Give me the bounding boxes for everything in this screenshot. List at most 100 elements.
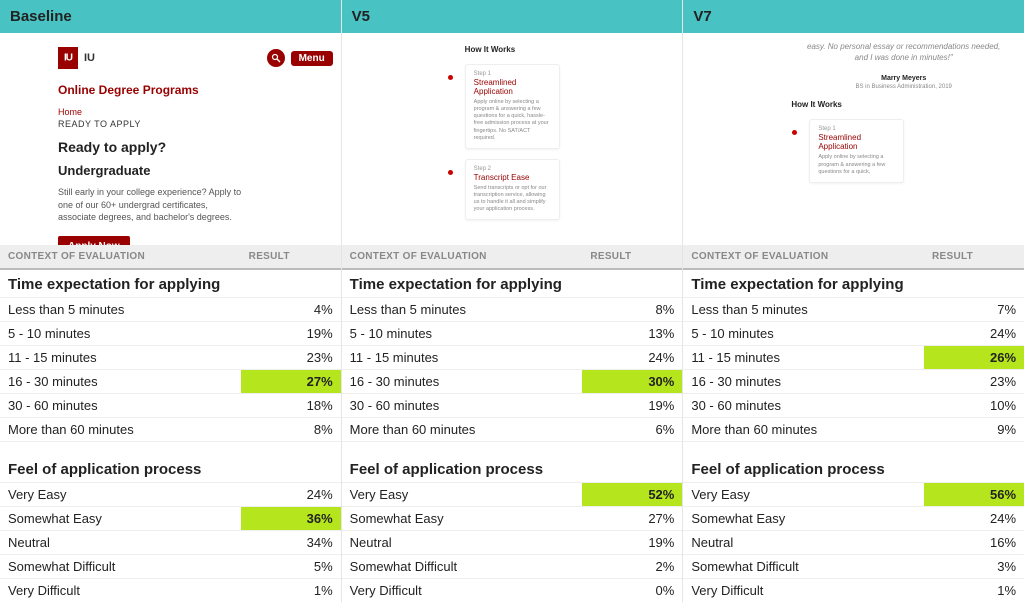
hiw-card-1: Step 1 Streamlined Application Apply onl… bbox=[465, 64, 560, 149]
table-row: More than 60 minutes6% bbox=[342, 417, 683, 441]
row-label: 5 - 10 minutes bbox=[342, 322, 583, 345]
table-row: Less than 5 minutes7% bbox=[683, 297, 1024, 321]
row-label: Very Easy bbox=[683, 483, 924, 506]
card-title: Streamlined Application bbox=[474, 78, 551, 96]
row-label: Somewhat Difficult bbox=[342, 555, 583, 578]
row-label: 16 - 30 minutes bbox=[683, 370, 924, 393]
table-row: 16 - 30 minutes27% bbox=[0, 369, 341, 393]
col-v5: V5 How It Works Step 1 Streamlined Appli… bbox=[342, 0, 684, 245]
table-row: 16 - 30 minutes30% bbox=[342, 369, 683, 393]
row-label: Very Difficult bbox=[683, 579, 924, 602]
table-row: Somewhat Easy24% bbox=[683, 506, 1024, 530]
row-label: Very Easy bbox=[0, 483, 241, 506]
table-row: Very Difficult0% bbox=[342, 578, 683, 602]
subheader-context: CONTEXT OF EVALUATION bbox=[342, 245, 583, 268]
row-value: 9% bbox=[924, 418, 1024, 441]
table-row: Less than 5 minutes8% bbox=[342, 297, 683, 321]
col-baseline: Baseline IU Menu Online Degree Programs … bbox=[0, 0, 342, 245]
table-row: Somewhat Difficult2% bbox=[342, 554, 683, 578]
row-value: 13% bbox=[582, 322, 682, 345]
menu-button[interactable]: Menu bbox=[291, 51, 333, 66]
row-value: 4% bbox=[241, 298, 341, 321]
col-title: Baseline bbox=[0, 0, 341, 33]
results-col: CONTEXT OF EVALUATIONRESULTTime expectat… bbox=[683, 245, 1024, 602]
row-value: 19% bbox=[241, 322, 341, 345]
row-value: 16% bbox=[924, 531, 1024, 554]
breadcrumb-current: READY TO APPLY bbox=[58, 119, 333, 129]
row-label: 11 - 15 minutes bbox=[683, 346, 924, 369]
row-value: 19% bbox=[582, 394, 682, 417]
apply-now-button[interactable]: Apply Now bbox=[58, 236, 130, 245]
table-row: 5 - 10 minutes19% bbox=[0, 321, 341, 345]
row-value: 30% bbox=[582, 370, 682, 393]
row-value: 10% bbox=[924, 394, 1024, 417]
row-label: 11 - 15 minutes bbox=[0, 346, 241, 369]
row-value: 24% bbox=[582, 346, 682, 369]
table-subheader: CONTEXT OF EVALUATIONRESULT bbox=[342, 245, 683, 268]
comparison-columns: Baseline IU Menu Online Degree Programs … bbox=[0, 0, 1024, 245]
row-label: 11 - 15 minutes bbox=[342, 346, 583, 369]
page-title: Ready to apply? bbox=[58, 139, 333, 155]
row-label: Very Easy bbox=[342, 483, 583, 506]
results-col: CONTEXT OF EVALUATIONRESULTTime expectat… bbox=[0, 245, 342, 602]
row-value: 5% bbox=[241, 555, 341, 578]
row-value: 24% bbox=[241, 483, 341, 506]
testimonial-sub: BS in Business Administration, 2019 bbox=[791, 84, 1016, 90]
table-row: Very Difficult1% bbox=[0, 578, 341, 602]
row-label: Less than 5 minutes bbox=[683, 298, 924, 321]
table-row: Neutral34% bbox=[0, 530, 341, 554]
row-label: Very Difficult bbox=[0, 579, 241, 602]
section-heading: Undergraduate bbox=[58, 163, 333, 178]
step-label: Step 1 bbox=[474, 71, 551, 77]
preview-v5: How It Works Step 1 Streamlined Applicat… bbox=[342, 33, 683, 245]
table-row: Less than 5 minutes4% bbox=[0, 297, 341, 321]
table-row: Somewhat Easy27% bbox=[342, 506, 683, 530]
table-row: Neutral19% bbox=[342, 530, 683, 554]
row-label: Neutral bbox=[342, 531, 583, 554]
row-value: 52% bbox=[582, 483, 682, 506]
row-label: Neutral bbox=[0, 531, 241, 554]
section-title: Feel of application process bbox=[342, 455, 683, 482]
row-label: 16 - 30 minutes bbox=[342, 370, 583, 393]
row-value: 6% bbox=[582, 418, 682, 441]
table-row: Somewhat Easy36% bbox=[0, 506, 341, 530]
card-title: Streamlined Application bbox=[818, 133, 895, 151]
row-label: 5 - 10 minutes bbox=[683, 322, 924, 345]
search-icon[interactable] bbox=[267, 49, 285, 67]
results-col: CONTEXT OF EVALUATIONRESULTTime expectat… bbox=[342, 245, 684, 602]
row-value: 23% bbox=[241, 346, 341, 369]
table-row: 5 - 10 minutes13% bbox=[342, 321, 683, 345]
subheader-result: RESULT bbox=[241, 245, 341, 268]
table-row: Very Difficult1% bbox=[683, 578, 1024, 602]
row-value: 8% bbox=[241, 418, 341, 441]
table-row: 11 - 15 minutes23% bbox=[0, 345, 341, 369]
breadcrumb-home[interactable]: Home bbox=[58, 107, 333, 117]
row-label: Less than 5 minutes bbox=[342, 298, 583, 321]
card-body: Send transcripts or opt for our transcri… bbox=[474, 185, 551, 214]
table-row: Very Easy24% bbox=[0, 482, 341, 506]
section-title: Feel of application process bbox=[0, 455, 341, 482]
row-value: 0% bbox=[582, 579, 682, 602]
row-value: 26% bbox=[924, 346, 1024, 369]
iu-wordmark: IU bbox=[84, 52, 95, 64]
row-value: 18% bbox=[241, 394, 341, 417]
section-gap bbox=[683, 441, 1024, 455]
preview-v7: easy. No personal essay or recommendatio… bbox=[683, 33, 1024, 245]
testimonial-quote: easy. No personal essay or recommendatio… bbox=[791, 41, 1016, 69]
row-value: 24% bbox=[924, 507, 1024, 530]
row-label: 30 - 60 minutes bbox=[0, 394, 241, 417]
table-row: 30 - 60 minutes19% bbox=[342, 393, 683, 417]
table-row: More than 60 minutes9% bbox=[683, 417, 1024, 441]
row-label: Somewhat Easy bbox=[683, 507, 924, 530]
table-subheader: CONTEXT OF EVALUATIONRESULT bbox=[683, 245, 1024, 268]
results-table: CONTEXT OF EVALUATIONRESULTTime expectat… bbox=[0, 245, 1024, 602]
section-title: Time expectation for applying bbox=[683, 268, 1024, 297]
row-label: 5 - 10 minutes bbox=[0, 322, 241, 345]
subheader-context: CONTEXT OF EVALUATION bbox=[0, 245, 241, 268]
table-row: Very Easy52% bbox=[342, 482, 683, 506]
row-label: Somewhat Easy bbox=[342, 507, 583, 530]
row-value: 19% bbox=[582, 531, 682, 554]
row-label: 30 - 60 minutes bbox=[683, 394, 924, 417]
page-subtitle: Online Degree Programs bbox=[58, 83, 333, 97]
row-label: 30 - 60 minutes bbox=[342, 394, 583, 417]
